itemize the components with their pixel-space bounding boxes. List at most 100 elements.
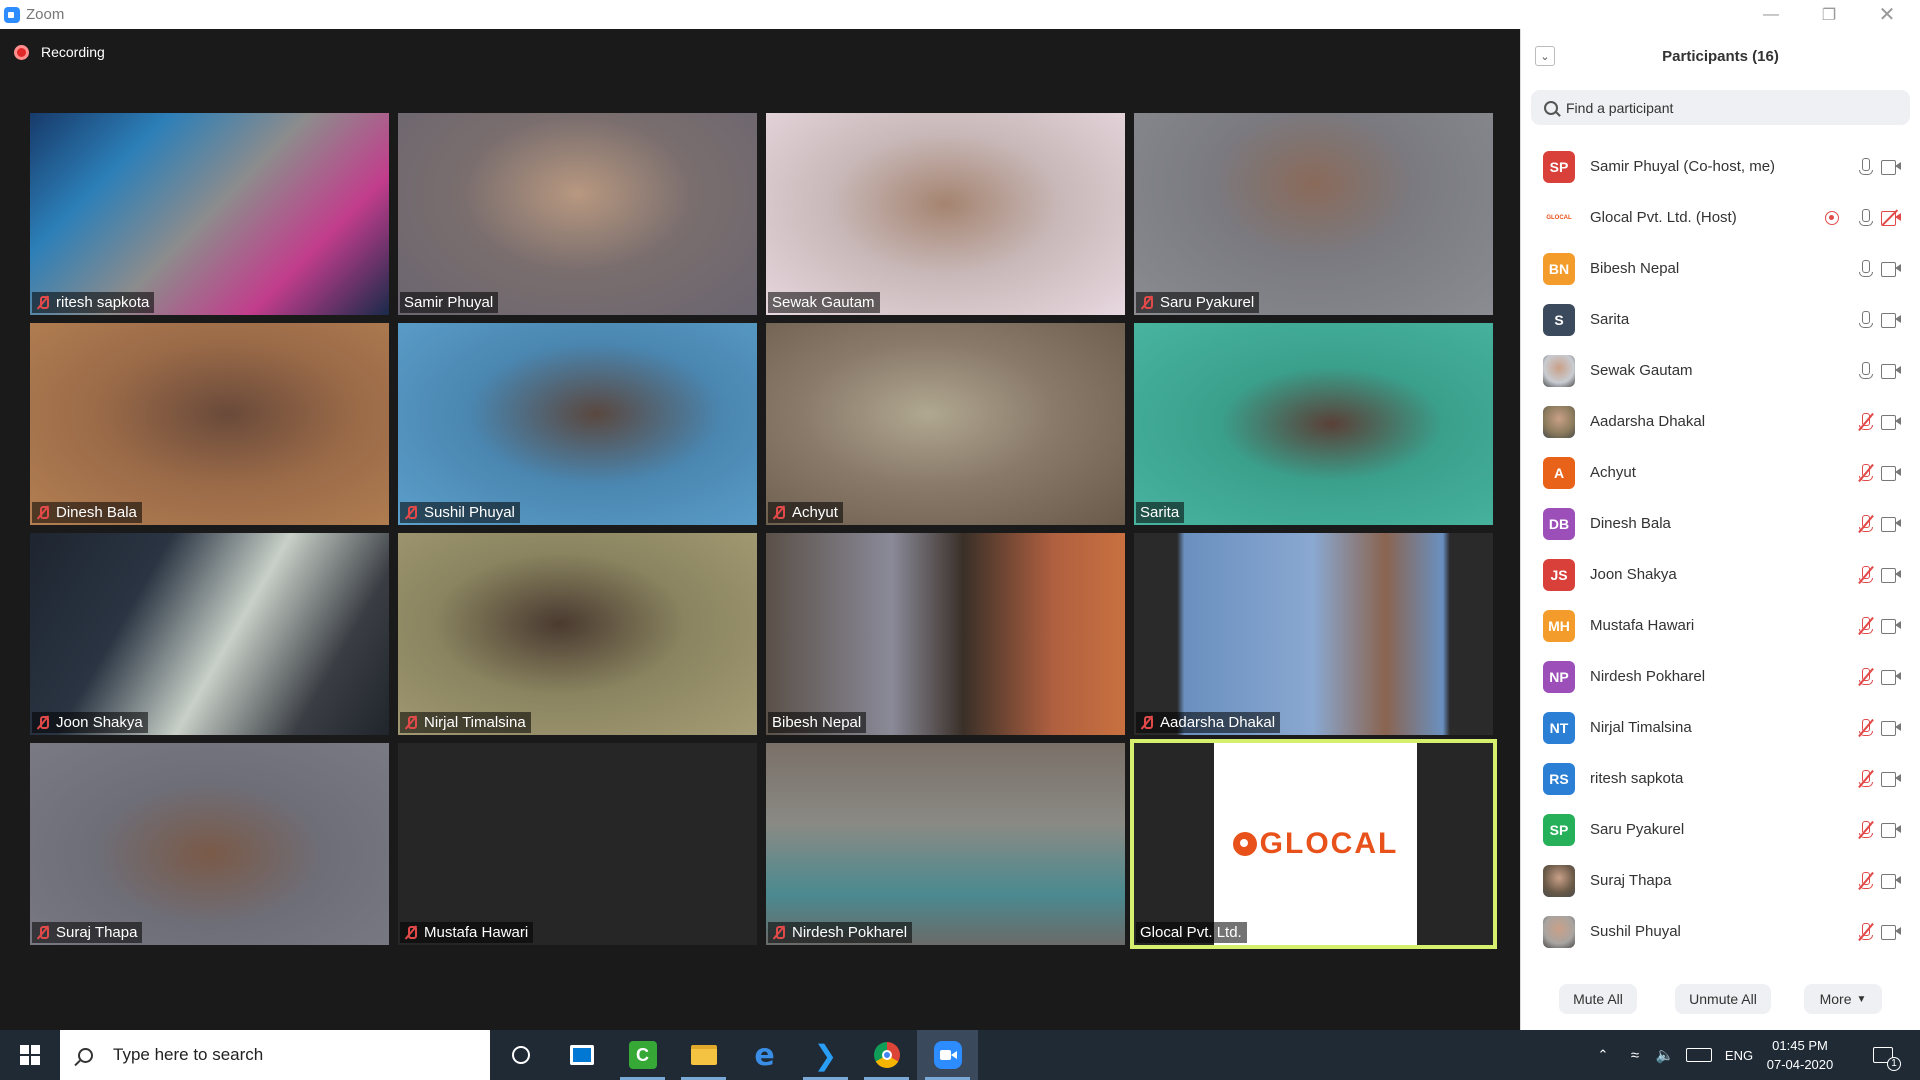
mic-muted-icon[interactable] (1858, 922, 1874, 942)
microphone-icon[interactable] (1859, 311, 1873, 329)
restore-button[interactable]: ❐ (1800, 0, 1858, 29)
participant-name: Bibesh Nepal (772, 714, 862, 731)
participant-row[interactable]: Suraj Thapa (1521, 855, 1920, 906)
participant-row[interactable]: SP Samir Phuyal (Co-host, me) (1521, 141, 1920, 192)
video-tile[interactable]: Mustafa Hawari (398, 743, 757, 945)
close-button[interactable]: ✕ (1858, 0, 1916, 29)
video-camera-icon[interactable] (1881, 619, 1901, 634)
participant-row[interactable]: GLOCAL Glocal Pvt. Ltd. (Host) (1521, 192, 1920, 243)
participant-row[interactable]: Aadarsha Dhakal (1521, 396, 1920, 447)
taskbar-search[interactable]: Type here to search (60, 1030, 490, 1080)
video-camera-icon[interactable] (1881, 874, 1901, 889)
participant-row[interactable]: JS Joon Shakya (1521, 549, 1920, 600)
participant-row[interactable]: DB Dinesh Bala (1521, 498, 1920, 549)
participant-name: Samir Phuyal (Co-host, me) (1590, 158, 1776, 175)
chrome-button[interactable] (856, 1030, 917, 1080)
video-tile[interactable]: Bibesh Nepal (766, 533, 1125, 735)
microphone-icon[interactable] (1859, 158, 1873, 176)
system-clock[interactable]: 01:45 PM 07-04-2020 (1760, 1030, 1840, 1080)
video-tile[interactable]: Aadarsha Dhakal (1134, 533, 1493, 735)
edge-button[interactable]: e (734, 1030, 795, 1080)
start-button[interactable] (0, 1030, 60, 1080)
zoom-taskbar-button[interactable] (917, 1030, 978, 1080)
video-tile[interactable]: Sewak Gautam (766, 113, 1125, 315)
mic-muted-icon[interactable] (1858, 616, 1874, 636)
unmute-all-button[interactable]: Unmute All (1675, 984, 1771, 1014)
video-camera-icon[interactable] (1881, 721, 1901, 736)
vscode-button[interactable]: ❯ (795, 1030, 856, 1080)
video-camera-icon[interactable] (1881, 517, 1901, 532)
participant-row[interactable]: Sushil Phuyal (1521, 906, 1920, 957)
video-tile[interactable]: Sushil Phuyal (398, 323, 757, 525)
participant-name: Saru Pyakurel (1160, 294, 1255, 311)
video-tile[interactable]: Suraj Thapa (30, 743, 389, 945)
participant-row[interactable]: BN Bibesh Nepal (1521, 243, 1920, 294)
mic-muted-icon[interactable] (1858, 463, 1874, 483)
avatar: S (1543, 303, 1575, 336)
video-camera-icon[interactable] (1881, 568, 1901, 583)
video-camera-icon[interactable] (1881, 925, 1901, 940)
video-camera-icon[interactable] (1881, 262, 1901, 277)
mic-muted-icon[interactable] (1858, 412, 1874, 432)
participant-search-input[interactable] (1566, 99, 1886, 116)
camtasia-button[interactable]: C (612, 1030, 673, 1080)
mic-muted-icon (36, 295, 50, 310)
video-tile[interactable]: Achyut (766, 323, 1125, 525)
participant-row[interactable]: NP Nirdesh Pokharel (1521, 651, 1920, 702)
video-tile[interactable]: Nirdesh Pokharel (766, 743, 1125, 945)
mic-muted-icon[interactable] (1858, 718, 1874, 738)
keyboard-button[interactable] (1682, 1030, 1716, 1080)
mic-muted-icon[interactable] (1858, 667, 1874, 687)
video-tile[interactable]: Samir Phuyal (398, 113, 757, 315)
participant-name: Aadarsha Dhakal (1160, 714, 1276, 731)
mic-muted-icon (36, 715, 50, 730)
video-camera-icon[interactable] (1881, 415, 1901, 430)
video-tile[interactable]: Nirjal Timalsina (398, 533, 757, 735)
file-explorer-button[interactable] (673, 1030, 734, 1080)
microphone-icon[interactable] (1859, 209, 1873, 227)
volume-button[interactable]: 🔈 (1650, 1030, 1680, 1080)
more-button[interactable]: More ▼ (1804, 984, 1882, 1014)
participant-row[interactable]: NT Nirjal Timalsina (1521, 702, 1920, 753)
participant-name-tag: Dinesh Bala (32, 502, 142, 523)
mic-muted-icon[interactable] (1858, 769, 1874, 789)
mic-muted-icon[interactable] (1858, 514, 1874, 534)
video-off-icon[interactable] (1881, 209, 1901, 226)
input-language-button[interactable]: ENG (1720, 1030, 1758, 1080)
participant-row[interactable]: A Achyut (1521, 447, 1920, 498)
video-camera-icon[interactable] (1881, 313, 1901, 328)
participant-row[interactable]: MH Mustafa Hawari (1521, 600, 1920, 651)
participant-row[interactable]: Sewak Gautam (1521, 345, 1920, 396)
video-tile[interactable]: Sarita (1134, 323, 1493, 525)
minimize-button[interactable]: — (1742, 0, 1800, 29)
video-tile[interactable]: GLOCAL Glocal Pvt. Ltd. (1130, 739, 1497, 949)
video-camera-icon[interactable] (1881, 670, 1901, 685)
video-camera-icon[interactable] (1881, 823, 1901, 838)
mic-muted-icon[interactable] (1858, 565, 1874, 585)
video-camera-icon[interactable] (1881, 772, 1901, 787)
video-tile[interactable]: Joon Shakya (30, 533, 389, 735)
video-tile[interactable]: Dinesh Bala (30, 323, 389, 525)
participant-row[interactable]: RS ritesh sapkota (1521, 753, 1920, 804)
participant-name: Sushil Phuyal (1590, 923, 1681, 940)
video-camera-icon[interactable] (1881, 160, 1901, 175)
glocal-logo-text: GLOCAL (1259, 827, 1399, 860)
network-button[interactable]: ≈ (1620, 1030, 1650, 1080)
microphone-icon[interactable] (1859, 260, 1873, 278)
mic-muted-icon[interactable] (1858, 820, 1874, 840)
task-view-button[interactable] (490, 1030, 551, 1080)
mute-all-button[interactable]: Mute All (1559, 984, 1637, 1014)
participant-search[interactable] (1531, 90, 1910, 125)
action-center-button[interactable]: 1 (1858, 1030, 1908, 1080)
microphone-icon[interactable] (1859, 362, 1873, 380)
show-hidden-icons-button[interactable]: ⌃ (1588, 1030, 1618, 1080)
more-label: More (1819, 991, 1852, 1007)
video-tile[interactable]: ritesh sapkota (30, 113, 389, 315)
video-tile[interactable]: Saru Pyakurel (1134, 113, 1493, 315)
mic-muted-icon[interactable] (1858, 871, 1874, 891)
video-camera-icon[interactable] (1881, 364, 1901, 379)
participant-row[interactable]: SP Saru Pyakurel (1521, 804, 1920, 855)
video-camera-icon[interactable] (1881, 466, 1901, 481)
participant-row[interactable]: S Sarita (1521, 294, 1920, 345)
store-button[interactable] (551, 1030, 612, 1080)
